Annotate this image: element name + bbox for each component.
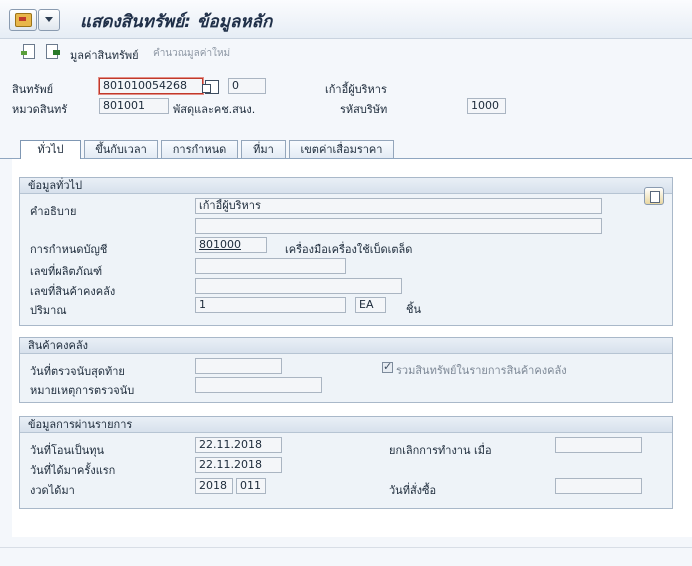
next-icon[interactable] [46, 44, 60, 59]
tab-origin[interactable]: ที่มา [241, 140, 286, 158]
general-data-group: ข้อมูลทั่วไป คำอธิบาย เก้าอี้ผู้บริหาร ก… [19, 177, 673, 326]
asset-class-field[interactable]: 801001 [99, 98, 169, 114]
asset-class-description: พัสดุและคช.สนง. [173, 103, 256, 116]
deactivation-on-label: ยกเลิกการทำงาน เมื่อ [389, 444, 492, 457]
order-date-label: วันที่สั่งซื้อ [389, 484, 437, 497]
tab-time-dependent[interactable]: ขึ้นกับเวลา [84, 140, 158, 158]
copy-icon[interactable] [202, 80, 219, 94]
deactivation-on-field[interactable] [555, 437, 642, 453]
include-in-inventory-checkbox[interactable] [382, 360, 393, 373]
last-inventory-date-label: วันที่ตรวจนับสุดท้าย [30, 365, 125, 378]
account-determination-text: เครื่องมือเครื่องใช้เบ็ดเตล็ด [285, 243, 413, 256]
acquisition-year-field[interactable]: 2018 [195, 478, 233, 494]
posting-information-group: ข้อมูลการผ่านรายการ วันที่โอนเป็นทุน 22.… [19, 416, 673, 509]
asset-class-label: หมวดสินทรั [12, 103, 68, 116]
inventory-number-field[interactable] [195, 278, 402, 294]
application-toolbar: มูลค่าสินทรัพย์ คำนวณมูลค่าใหม่ [0, 39, 692, 65]
tab-allocations[interactable]: การกำหนด [161, 140, 238, 158]
inventory-note-field[interactable] [195, 377, 322, 393]
group-title: ข้อมูลการผ่านรายการ [20, 417, 672, 433]
first-acquisition-label: วันที่ได้มาครั้งแรก [30, 464, 116, 477]
inventory-group: สินค้าคงคลัง วันที่ตรวจนับสุดท้าย รวมสิน… [19, 337, 673, 403]
recalculate-values-button: คำนวณมูลค่าใหม่ [153, 48, 231, 59]
system-menu-button[interactable] [9, 9, 37, 31]
account-determination-field[interactable]: 801000 [195, 237, 267, 253]
last-inventory-date-field[interactable] [195, 358, 282, 374]
acquisition-period-label: งวดได้มา [30, 484, 75, 497]
order-date-field[interactable] [555, 478, 642, 494]
account-determination-label: การกำหนดบัญชี [30, 243, 108, 256]
serial-number-field[interactable] [195, 258, 346, 274]
capitalized-on-field[interactable]: 22.11.2018 [195, 437, 282, 453]
sub-number-field[interactable]: 0 [228, 78, 266, 94]
acquisition-period-field[interactable]: 011 [236, 478, 266, 494]
description-label: คำอธิบาย [30, 205, 77, 218]
asset-values-button[interactable]: มูลค่าสินทรัพย์ [70, 46, 139, 64]
description-field-2[interactable] [195, 218, 602, 234]
previous-icon[interactable] [21, 44, 35, 59]
include-in-inventory-label: รวมสินทรัพย์ในรายการสินค้าคงคลัง [396, 364, 567, 377]
status-bar [0, 547, 692, 566]
unit-field[interactable]: EA [355, 297, 386, 313]
capitalized-on-label: วันที่โอนเป็นทุน [30, 444, 105, 457]
asset-label: สินทรัพย์ [12, 83, 54, 96]
page-title: แสดงสินทรัพย์: ข้อมูลหลัก [80, 12, 273, 32]
first-acquisition-field[interactable]: 22.11.2018 [195, 457, 282, 473]
menu-dropdown-button[interactable] [38, 9, 60, 31]
company-code-field[interactable]: 1000 [467, 98, 506, 114]
quantity-field[interactable]: 1 [195, 297, 346, 313]
asset-description-text: เก้าอี้ผู้บริหาร [325, 83, 387, 96]
description-field-1[interactable]: เก้าอี้ผู้บริหาร [195, 198, 602, 214]
group-title: สินค้าคงคลัง [20, 338, 672, 354]
asset-number-field[interactable]: 801010054268 [99, 78, 203, 94]
menu-icon [15, 13, 32, 27]
long-text-icon[interactable] [644, 187, 664, 205]
quantity-label: ปริมาณ [30, 304, 67, 317]
unit-text: ชิ้น [406, 303, 421, 316]
inventory-number-label: เลขที่สินค้าคงคลัง [30, 285, 116, 298]
group-title: ข้อมูลทั่วไป [20, 178, 672, 194]
company-code-label: รหัสบริษัท [340, 103, 388, 116]
tab-general[interactable]: ทั่วไป [20, 140, 81, 159]
inventory-note-label: หมายเหตุการตรวจนับ [30, 384, 135, 397]
serial-number-label: เลขที่ผลิตภัณฑ์ [30, 265, 103, 278]
tab-depreciation-areas[interactable]: เขตค่าเสื่อมราคา [289, 140, 394, 158]
